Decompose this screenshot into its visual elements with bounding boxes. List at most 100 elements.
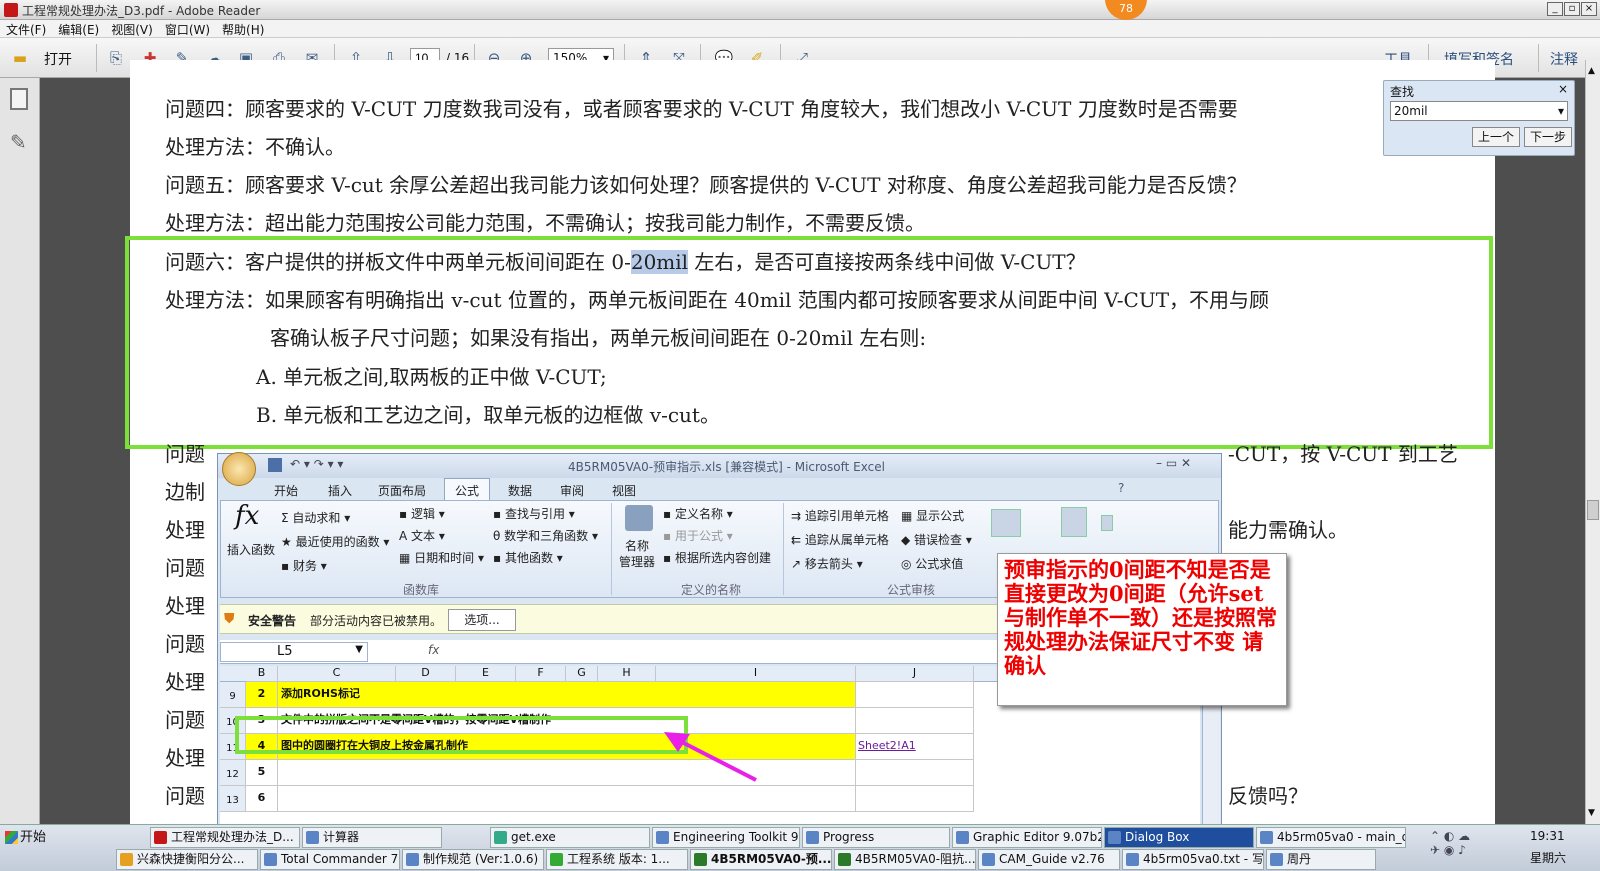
excel-window-controls[interactable]: – ▭ ✕: [1156, 456, 1191, 470]
taskbar-item[interactable]: Engineering Toolkit 9.0...: [652, 827, 800, 848]
use-in-formula-button[interactable]: ▪ 用于公式 ▾: [663, 527, 733, 544]
cell-j-link[interactable]: Sheet2!A1: [856, 734, 974, 760]
trace-dependents-button[interactable]: ⇇ 追踪从属单元格: [791, 531, 889, 548]
scroll-thumb[interactable]: [1587, 500, 1599, 520]
tab-formulas[interactable]: 公式: [444, 478, 491, 500]
recent-functions-button[interactable]: ★ 最近使用的函数 ▾: [281, 533, 389, 550]
taskbar-item-active[interactable]: Dialog Box: [1104, 827, 1254, 848]
name-box[interactable]: L5 ▼: [220, 642, 368, 662]
watch-window-icon[interactable]: [991, 509, 1021, 537]
system-tray-icons[interactable]: ⌃ ◐ ☁ ✈ ◉ ♪: [1430, 829, 1510, 867]
cell-j[interactable]: [856, 708, 974, 734]
cell-b[interactable]: 5: [246, 760, 278, 786]
menu-help[interactable]: 帮助(H): [216, 20, 270, 39]
cell-j[interactable]: [856, 682, 974, 708]
find-next-button[interactable]: 下一步: [1524, 127, 1572, 147]
folder-icon[interactable]: ▬: [8, 47, 32, 69]
col-header[interactable]: F: [516, 666, 566, 682]
fx-label[interactable]: fx: [428, 643, 439, 657]
name-manager-button-line1[interactable]: 名称: [625, 537, 649, 554]
options-button[interactable]: 选项...: [448, 609, 516, 631]
cell-b[interactable]: 6: [246, 786, 278, 812]
save-icon[interactable]: [268, 458, 282, 472]
cell-j[interactable]: [856, 786, 974, 812]
col-header[interactable]: C: [278, 666, 396, 682]
tab-home[interactable]: 开始: [274, 482, 298, 499]
col-header[interactable]: G: [566, 666, 598, 682]
taskbar-item[interactable]: 计算器: [302, 827, 442, 848]
col-header[interactable]: H: [598, 666, 656, 682]
taskbar-item[interactable]: 周丹: [1266, 849, 1376, 870]
cell-c[interactable]: 添加ROHS标记: [278, 682, 856, 708]
close-button[interactable]: ×: [1581, 2, 1597, 16]
lookup-button[interactable]: ▪ 查找与引用 ▾: [493, 505, 575, 522]
col-header[interactable]: B: [246, 666, 278, 682]
taskbar-item[interactable]: 4B5RM05VA0-预...: [690, 849, 832, 870]
row-header[interactable]: 12: [220, 760, 246, 786]
undo-icon[interactable]: ↶ ▾ ↷ ▾ ▾: [290, 457, 343, 471]
find-input[interactable]: 20mil ▾: [1390, 101, 1568, 121]
taskbar-item[interactable]: 4B5RM05VA0-阻抗...: [834, 849, 976, 870]
scroll-up-icon[interactable]: ▲: [1588, 66, 1595, 76]
math-button[interactable]: θ 数学和三角函数 ▾: [493, 527, 598, 544]
col-header[interactable]: D: [396, 666, 456, 682]
col-header[interactable]: E: [456, 666, 516, 682]
minimize-button[interactable]: _: [1547, 2, 1563, 16]
tab-view[interactable]: 视图: [612, 482, 636, 499]
clock-time[interactable]: 19:31: [1530, 829, 1565, 843]
open-button[interactable]: 打开: [44, 49, 72, 69]
error-checking-button[interactable]: ◆ 错误检查 ▾: [901, 531, 972, 548]
taskbar-item[interactable]: get.exe: [490, 827, 650, 848]
calc-options-icon[interactable]: [1061, 507, 1087, 537]
cell-c[interactable]: [278, 786, 856, 812]
cell-j[interactable]: [856, 760, 974, 786]
create-pdf-icon[interactable]: ⎘: [104, 47, 128, 69]
taskbar-item[interactable]: CAM_Guide v2.76: [978, 849, 1120, 870]
col-header[interactable]: J: [856, 666, 974, 682]
remove-arrows-button[interactable]: ↗ 移去箭头 ▾: [791, 555, 863, 572]
financial-button[interactable]: ▪ 财务 ▾: [281, 557, 327, 574]
taskbar-item[interactable]: 兴森快捷衡阳分公...: [116, 849, 258, 870]
insert-function-button[interactable]: 插入函数: [227, 541, 275, 558]
comment-panel-button[interactable]: 注释: [1550, 49, 1578, 69]
define-name-button[interactable]: ▪ 定义名称 ▾: [663, 505, 733, 522]
scroll-down-icon[interactable]: ▼: [1588, 808, 1595, 818]
trace-precedents-button[interactable]: ⇉ 追踪引用单元格: [791, 507, 889, 524]
name-manager-icon[interactable]: [625, 505, 653, 531]
pages-icon[interactable]: [10, 88, 28, 110]
datetime-button[interactable]: ▦ 日期和时间 ▾: [399, 549, 484, 566]
row-header[interactable]: 9: [220, 682, 246, 708]
text-button[interactable]: A 文本 ▾: [399, 527, 445, 544]
row-header[interactable]: 13: [220, 786, 246, 812]
find-prev-button[interactable]: 上一个: [1472, 127, 1520, 147]
menu-window[interactable]: 窗口(W): [159, 20, 216, 39]
taskbar-item[interactable]: Progress: [802, 827, 950, 848]
logical-button[interactable]: ▪ 逻辑 ▾: [399, 505, 445, 522]
calc-now-icon[interactable]: [1101, 515, 1113, 531]
menu-file[interactable]: 文件(F): [0, 20, 52, 39]
start-button[interactable]: 开始: [2, 827, 48, 849]
maximize-button[interactable]: ▫: [1564, 2, 1580, 16]
col-header[interactable]: I: [656, 666, 856, 682]
taskbar-item[interactable]: 4b5rm05va0 - main_qa: [1256, 827, 1406, 848]
notification-badge[interactable]: 78: [1105, 0, 1147, 20]
evaluate-formula-button[interactable]: ◎ 公式求值: [901, 555, 963, 572]
menu-edit[interactable]: 编辑(E): [52, 20, 105, 39]
name-manager-button-line2[interactable]: 管理器: [619, 553, 655, 570]
menu-view[interactable]: 视图(V): [105, 20, 159, 39]
cell-b[interactable]: 2: [246, 682, 278, 708]
taskbar-item[interactable]: Total Commander 7....: [260, 849, 400, 870]
taskbar-item[interactable]: Graphic Editor 9.07b2 (...: [952, 827, 1102, 848]
taskbar-item[interactable]: 工程常规处理办法_D...: [150, 827, 300, 848]
close-icon[interactable]: ×: [1558, 82, 1568, 96]
show-formulas-button[interactable]: ▦ 显示公式: [901, 507, 964, 524]
tab-review[interactable]: 审阅: [560, 482, 584, 499]
autosum-button[interactable]: Σ 自动求和 ▾: [281, 509, 350, 526]
more-functions-button[interactable]: ▪ 其他函数 ▾: [493, 549, 563, 566]
function-icon[interactable]: fx: [235, 501, 259, 531]
taskbar-item[interactable]: 工程系统 版本: 1...: [546, 849, 688, 870]
clock-day[interactable]: 星期六: [1530, 849, 1566, 866]
tab-page-layout[interactable]: 页面布局: [378, 482, 426, 499]
vertical-scrollbar[interactable]: ▲ ▼: [1585, 60, 1600, 825]
tab-insert[interactable]: 插入: [328, 482, 352, 499]
